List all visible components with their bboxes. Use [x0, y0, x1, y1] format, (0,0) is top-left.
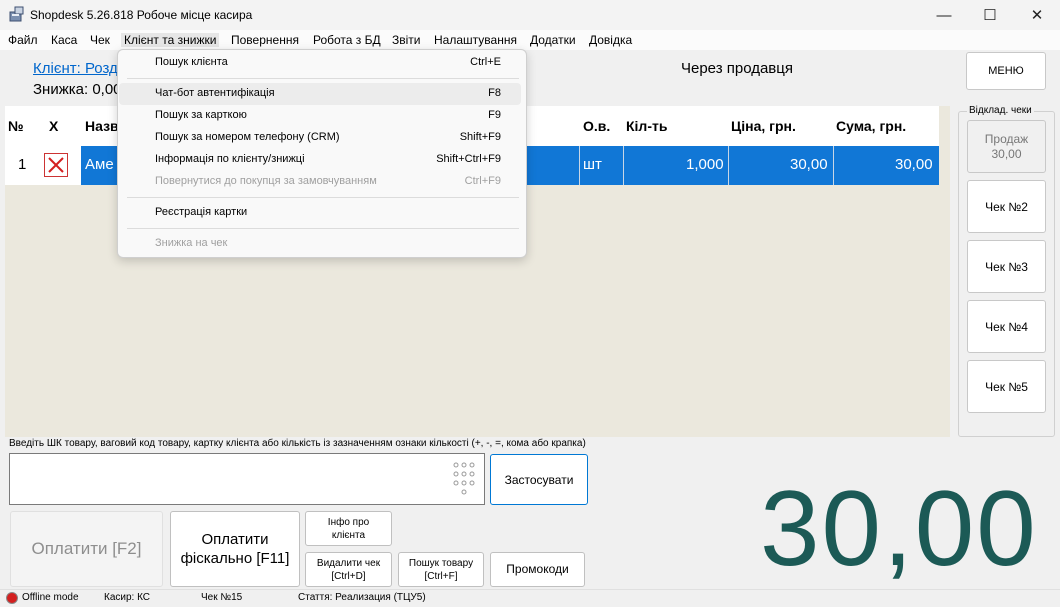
status-article: Стаття: Реализация (ТЦУ5) [298, 592, 426, 603]
receipt-2-button[interactable]: Чек №2 [967, 180, 1046, 233]
receipt-sale-button[interactable]: Продаж 30,00 [967, 120, 1046, 173]
row-name: Аме [85, 156, 114, 173]
menu-item-shortcut: F9 [488, 109, 501, 121]
seller-mode-label: Через продавця [681, 60, 793, 77]
menu-item-shortcut: Shift+Ctrl+F9 [436, 153, 501, 165]
product-search-line1: Пошук товару [408, 557, 474, 569]
window-title: Shopdesk 5.26.818 Робоче місце касира [30, 8, 253, 22]
menu-help[interactable]: Довідка [589, 33, 632, 47]
menu-separator [127, 197, 519, 198]
receipt-3-button[interactable]: Чек №3 [967, 240, 1046, 293]
maximize-button[interactable]: ☐ [967, 0, 1013, 30]
menu-settings[interactable]: Налаштування [434, 33, 517, 47]
menu-item-shortcut: F8 [488, 87, 501, 99]
delete-receipt-button[interactable]: Видалити чек [Ctrl+D] [305, 552, 392, 587]
receipt-4-button[interactable]: Чек №4 [967, 300, 1046, 353]
receipt-sale-label: Продаж [984, 131, 1029, 146]
row-qty: 1,000 [686, 156, 724, 173]
barcode-input[interactable] [9, 453, 485, 505]
menu-item-label: Реєстрація картки [155, 206, 248, 218]
menu-item-client-search[interactable]: Пошук клієнта Ctrl+E [119, 52, 521, 74]
menu-item-label: Чат-бот автентифікація [155, 87, 275, 99]
status-receipt: Чек №15 [201, 592, 243, 603]
menu-item-label: Пошук за карткою [155, 109, 247, 121]
menu-item-label: Пошук клієнта [155, 56, 228, 68]
menu-item-shortcut: Shift+F9 [459, 131, 501, 143]
main-menu-button[interactable]: МЕНЮ [966, 52, 1046, 90]
deferred-receipts-title: Відклад. чеки [967, 105, 1034, 116]
product-search-line2: [Ctrl+F] [424, 570, 458, 582]
menu-item-client-info[interactable]: Інформація по клієнту/знижці Shift+Ctrl+… [119, 149, 521, 171]
menu-item-label: Знижка на чек [155, 237, 228, 249]
keypad-icon[interactable] [452, 461, 476, 497]
col-sum: Сума, грн. [836, 118, 907, 134]
cell-divider [623, 146, 624, 185]
delete-receipt-line2: [Ctrl+D] [331, 570, 366, 582]
apply-button[interactable]: Застосувати [490, 454, 588, 505]
promo-codes-button[interactable]: Промокоди [490, 552, 585, 587]
pay-fiscal-line2: фіскально [F11] [180, 550, 290, 567]
product-search-button[interactable]: Пошук товару [Ctrl+F] [398, 552, 484, 587]
input-hint: Введіть ШК товару, ваговий код товару, к… [9, 438, 586, 449]
menu-item-chatbot-auth[interactable]: Чат-бот автентифікація F8 [119, 83, 521, 105]
menu-item-card-registration[interactable]: Реєстрація картки [119, 202, 521, 224]
pay-fiscal-line1: Оплатити [201, 531, 269, 548]
menu-database[interactable]: Робота з БД [313, 33, 381, 47]
menu-item-label: Пошук за номером телефону (CRM) [155, 131, 340, 143]
col-unit: О.в. [583, 118, 611, 134]
client-info-line1: Інфо про [327, 516, 370, 528]
total-amount: 30,00 [760, 468, 1038, 588]
col-qty: Кіл-ть [626, 118, 668, 134]
status-cashier: Касир: КС [104, 592, 151, 603]
cell-divider [728, 146, 729, 185]
status-mode: Offline mode [22, 592, 79, 603]
menu-file[interactable]: Файл [8, 33, 38, 47]
offline-status-icon [6, 592, 18, 604]
menu-item-label: Інформація по клієнту/знижці [155, 153, 305, 165]
menu-receipt[interactable]: Чек [90, 33, 110, 47]
menu-separator [127, 228, 519, 229]
menu-separator [127, 78, 519, 79]
menu-clients-discounts[interactable]: Клієнт та знижки [121, 33, 220, 47]
pay-fiscal-button[interactable]: Оплатити фіскально [F11] [170, 511, 300, 587]
col-num: № [8, 118, 24, 134]
row-number: 1 [18, 156, 27, 173]
close-button[interactable]: ✕ [1014, 0, 1060, 30]
app-icon [9, 6, 24, 22]
menu-item-card-search[interactable]: Пошук за карткою F9 [119, 105, 521, 127]
cross-icon [48, 157, 64, 173]
menu-addons[interactable]: Додатки [530, 33, 576, 47]
menu-item-phone-search[interactable]: Пошук за номером телефону (CRM) Shift+F9 [119, 127, 521, 149]
row-unit: шт [583, 156, 602, 173]
col-price: Ціна, грн. [731, 118, 796, 134]
client-link[interactable]: Клієнт: Розд [33, 60, 118, 77]
row-price: 30,00 [790, 156, 828, 173]
menu-item-shortcut: Ctrl+E [470, 56, 501, 68]
pay-button[interactable]: Оплатити [F2] [10, 511, 163, 587]
menu-item-shortcut: Ctrl+F9 [464, 175, 501, 187]
cell-divider [833, 146, 834, 185]
client-info-line2: клієнта [331, 529, 366, 541]
menu-cashbox[interactable]: Каса [51, 33, 77, 47]
status-bar [0, 589, 1060, 607]
receipt-sale-amount: 30,00 [991, 146, 1022, 161]
menu-item-receipt-discount: Знижка на чек [119, 233, 521, 255]
menu-item-default-buyer: Повернутися до покупця за замовчуванням … [119, 171, 521, 193]
row-sum: 30,00 [895, 156, 933, 173]
menu-returns[interactable]: Повернення [231, 33, 299, 47]
col-delete: Х [49, 118, 59, 134]
client-info-button[interactable]: Інфо про клієнта [305, 511, 392, 546]
menu-item-label: Повернутися до покупця за замовчуванням [155, 175, 377, 187]
cell-divider [579, 146, 580, 185]
col-name: Назв [85, 118, 119, 134]
delete-row-icon[interactable] [44, 153, 68, 177]
discount-label: Знижка: 0,00 [33, 81, 122, 98]
delete-receipt-line1: Видалити чек [316, 557, 381, 569]
receipt-5-button[interactable]: Чек №5 [967, 360, 1046, 413]
minimize-button[interactable]: — [921, 0, 967, 30]
menu-reports[interactable]: Звіти [392, 33, 421, 47]
